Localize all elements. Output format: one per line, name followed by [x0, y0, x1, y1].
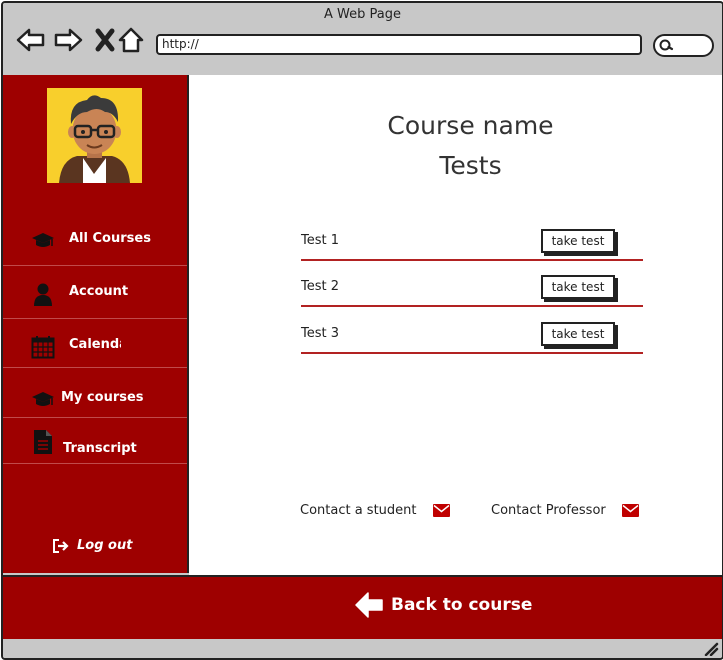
- user-icon: [34, 283, 52, 306]
- divider: [3, 265, 187, 266]
- browser-toolbar: A Web Page http://: [3, 3, 722, 77]
- forward-arrow-icon[interactable]: [53, 25, 83, 55]
- back-to-course-button[interactable]: Back to course: [355, 592, 532, 618]
- graduation-cap-icon: [32, 392, 54, 406]
- contact-professor-link[interactable]: Contact Professor: [491, 503, 639, 518]
- search-icon: [659, 39, 674, 51]
- test-row: Test 3 take test: [301, 322, 643, 354]
- divider: [3, 318, 187, 319]
- resize-grip-icon[interactable]: [703, 642, 719, 656]
- sidebar-item-label: Calendar: [69, 337, 121, 352]
- back-arrow-icon[interactable]: [16, 25, 46, 55]
- envelope-icon: [621, 504, 639, 517]
- test-name: Test 1: [301, 233, 340, 248]
- divider: [3, 367, 187, 368]
- take-test-button[interactable]: take test: [541, 275, 615, 299]
- page-subtitle: Tests: [439, 151, 502, 180]
- contact-student-label: Contact a student: [300, 503, 417, 518]
- contact-student-link[interactable]: Contact a student: [300, 503, 450, 518]
- sidebar-item-transcript[interactable]: Transcript: [3, 425, 187, 475]
- test-name: Test 3: [301, 326, 340, 341]
- graduation-cap-icon: [32, 233, 54, 247]
- divider: [3, 463, 187, 464]
- main-content: Course name Tests Test 1 take test Test …: [189, 75, 722, 575]
- address-bar[interactable]: http://: [156, 34, 642, 55]
- sidebar-item-label: All Courses: [69, 231, 151, 246]
- document-icon: [34, 430, 52, 454]
- sidebar-item-label: Transcript: [63, 441, 137, 456]
- window-title: A Web Page: [324, 7, 401, 22]
- logout-label: Log out: [77, 538, 133, 553]
- arrow-left-icon: [355, 592, 383, 618]
- sidebar-item-label: Account: [69, 284, 129, 299]
- sign-out-icon: [53, 538, 69, 553]
- test-name: Test 2: [301, 279, 340, 294]
- status-bar: [3, 639, 722, 658]
- back-to-course-label: Back to course: [391, 595, 533, 615]
- contact-professor-label: Contact Professor: [491, 503, 606, 518]
- avatar: [47, 88, 142, 183]
- home-icon[interactable]: [116, 25, 146, 55]
- envelope-icon: [432, 504, 450, 517]
- take-test-button[interactable]: take test: [541, 322, 615, 346]
- sidebar-item-calendar[interactable]: Calendar: [3, 321, 187, 371]
- calendar-icon: [31, 336, 55, 359]
- divider: [3, 417, 187, 418]
- sidebar-item-all-courses[interactable]: All Courses: [3, 215, 187, 265]
- sidebar: All Courses Account Calendar: [3, 75, 189, 573]
- sidebar-item-account[interactable]: Account: [3, 268, 187, 318]
- logout-button[interactable]: Log out: [53, 538, 132, 553]
- test-row: Test 2 take test: [301, 275, 643, 307]
- sidebar-item-label: My courses: [61, 390, 144, 405]
- back-to-course-bar[interactable]: Back to course: [3, 575, 722, 641]
- page-title: Course name: [387, 111, 554, 140]
- take-test-button[interactable]: take test: [541, 229, 615, 253]
- search-field[interactable]: [653, 34, 714, 57]
- test-row: Test 1 take test: [301, 229, 643, 261]
- browser-window: A Web Page http:// All Courses Account C…: [1, 1, 723, 660]
